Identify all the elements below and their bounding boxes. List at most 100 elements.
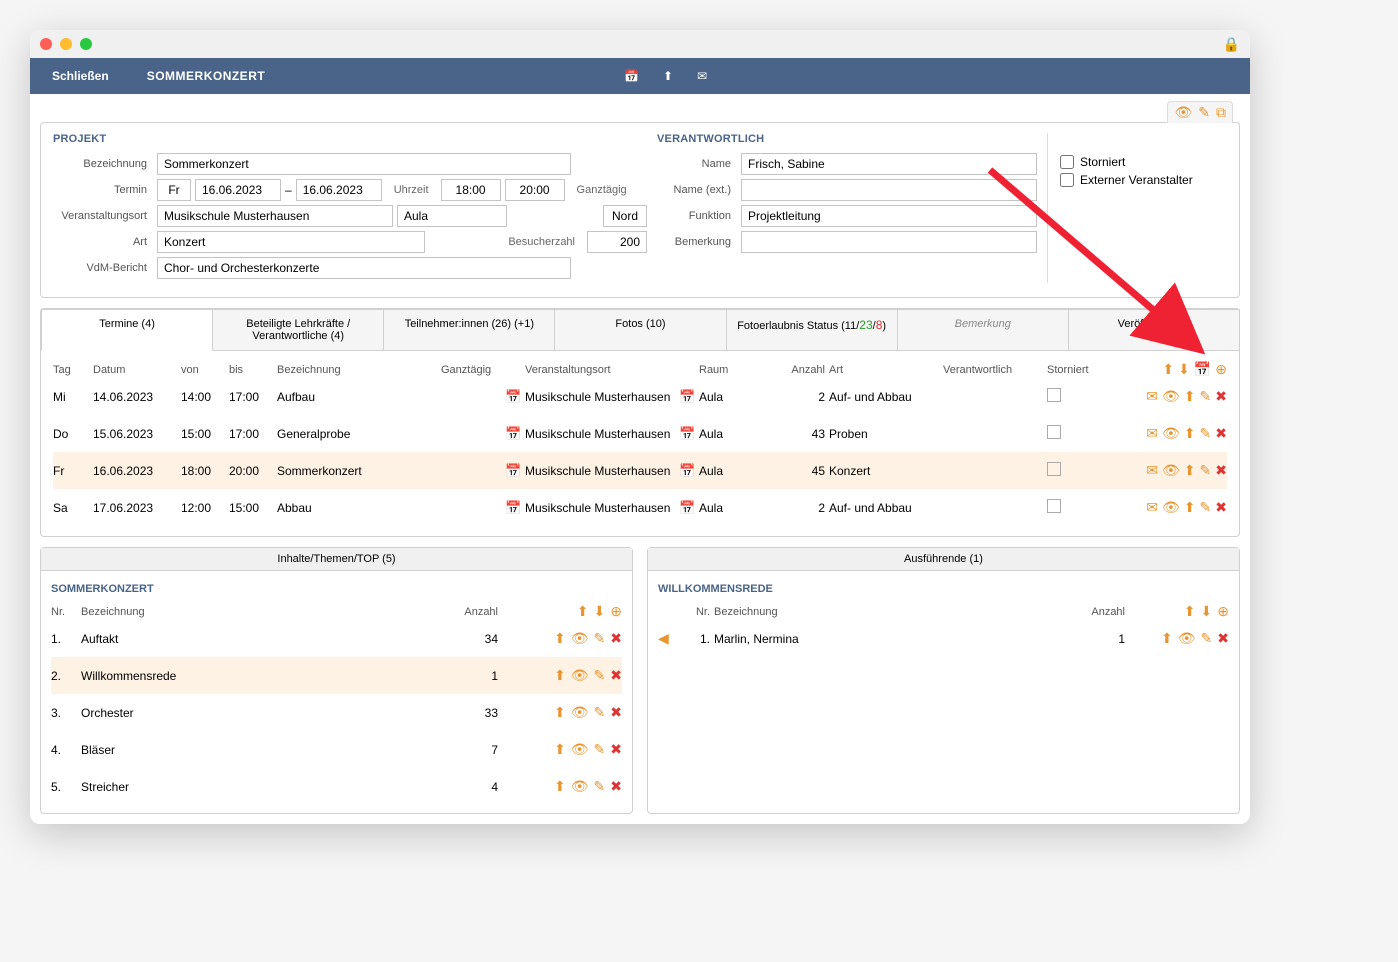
mail-icon[interactable]: ✉ (1146, 388, 1158, 405)
vdm-input[interactable] (157, 257, 571, 279)
storniert-checkbox[interactable] (1047, 499, 1061, 513)
page-title: SOMMERKONZERT (131, 69, 282, 83)
delete-icon[interactable]: ✖ (1215, 388, 1227, 405)
upload-icon[interactable]: ⬆ (554, 778, 566, 795)
calendar-icon[interactable]: 📅 (624, 69, 639, 83)
storniert-checkbox[interactable] (1047, 462, 1061, 476)
termine-row[interactable]: Do15.06.202315:0017:00Generalprobe📅Musik… (53, 415, 1227, 452)
delete-icon[interactable]: ✖ (610, 778, 622, 795)
delete-icon[interactable]: ✖ (1215, 462, 1227, 479)
view-icon[interactable]: 👁 (1162, 462, 1180, 479)
besucher-input[interactable] (587, 231, 647, 253)
inhalte-add-icon[interactable]: ⊕ (610, 603, 622, 620)
inhalte-row[interactable]: 4.Bläser7 ⬆ 👁 ✎ ✖ (51, 731, 622, 768)
nav-left-icon[interactable]: ◀ (658, 630, 680, 647)
date-to-input[interactable] (296, 179, 382, 201)
termine-row[interactable]: Mi14.06.202314:0017:00Aufbau📅Musikschule… (53, 378, 1227, 415)
view-icon[interactable]: 👁 (571, 667, 589, 684)
edit-icon[interactable]: ✎ (1200, 499, 1212, 516)
delete-icon[interactable]: ✖ (610, 741, 622, 758)
tab-0[interactable]: Termine (4) (41, 309, 213, 351)
day-input[interactable] (157, 179, 191, 201)
mail-icon[interactable]: ✉ (697, 69, 707, 83)
window-min-dot[interactable] (60, 38, 72, 50)
calendar-icon: 📅 (505, 500, 521, 516)
inhalte-row[interactable]: 3.Orchester33 ⬆ 👁 ✎ ✖ (51, 694, 622, 731)
edit-icon[interactable]: ✎ (1200, 462, 1212, 479)
upload-icon[interactable]: ⬆ (1161, 630, 1173, 647)
view-icon[interactable]: 👁 (1178, 630, 1196, 647)
tab-2[interactable]: Teilnehmer:innen (26) (+1) (383, 309, 555, 350)
ort-input[interactable] (157, 205, 393, 227)
inhalte-download-icon[interactable]: ⬇ (594, 603, 606, 620)
edit-icon[interactable]: ✎ (1200, 388, 1212, 405)
calendar-icon: 📅 (505, 389, 521, 405)
tab-4[interactable]: Fotoerlaubnis Status (11/23/8) (726, 309, 898, 350)
ausf-add-icon[interactable]: ⊕ (1217, 603, 1229, 620)
delete-icon[interactable]: ✖ (610, 630, 622, 647)
copy-icon[interactable]: ⧉ (1216, 104, 1226, 121)
inhalte-upload-icon[interactable]: ⬆ (577, 603, 589, 620)
edit-icon[interactable]: ✎ (594, 667, 606, 684)
tab-1[interactable]: Beteiligte Lehrkräfte / Verantwortliche … (212, 309, 384, 350)
upload-icon[interactable]: ⬆ (554, 704, 566, 721)
time-from-input[interactable] (441, 179, 501, 201)
view-icon[interactable]: 👁 (571, 741, 589, 758)
bezeichnung-input[interactable] (157, 153, 571, 175)
upload-icon[interactable]: ⬆ (554, 667, 566, 684)
ausf-upload-icon[interactable]: ⬆ (1184, 603, 1196, 620)
close-button[interactable]: Schließen (30, 58, 131, 94)
upload-icon[interactable]: ⬆ (1184, 499, 1196, 516)
edit-icon[interactable]: ✎ (594, 778, 606, 795)
delete-icon[interactable]: ✖ (1217, 630, 1229, 647)
view-icon[interactable]: 👁 (571, 778, 589, 795)
upload-icon[interactable]: ⬆ (1184, 425, 1196, 442)
calendar-icon: 📅 (679, 389, 695, 405)
calendar-icon: 📅 (505, 426, 521, 442)
delete-icon[interactable]: ✖ (610, 667, 622, 684)
seite-input[interactable] (603, 205, 647, 227)
lock-icon: 🔒 (1223, 36, 1240, 53)
edit-icon[interactable]: ✎ (594, 741, 606, 758)
delete-icon[interactable]: ✖ (1215, 425, 1227, 442)
view-icon[interactable]: 👁 (1162, 388, 1180, 405)
mail-icon[interactable]: ✉ (1146, 462, 1158, 479)
project-section-label: PROJEKT (53, 133, 647, 145)
view-icon[interactable]: 👁 (1174, 104, 1192, 121)
raum-input[interactable] (397, 205, 507, 227)
termine-row[interactable]: Sa17.06.202312:0015:00Abbau📅Musikschule … (53, 489, 1227, 526)
inhalte-row[interactable]: 2.Willkommensrede1 ⬆ 👁 ✎ ✖ (51, 657, 622, 694)
time-to-input[interactable] (505, 179, 565, 201)
edit-icon[interactable]: ✎ (594, 630, 606, 647)
tab-3[interactable]: Fotos (10) (554, 309, 726, 350)
edit-icon[interactable]: ✎ (1200, 425, 1212, 442)
mail-icon[interactable]: ✉ (1146, 425, 1158, 442)
app-header: Schließen SOMMERKONZERT 📅 ⬆ ✉ (30, 58, 1250, 94)
view-icon[interactable]: 👁 (1162, 499, 1180, 516)
upload-icon[interactable]: ⬆ (554, 741, 566, 758)
art-input[interactable] (157, 231, 425, 253)
window-max-dot[interactable] (80, 38, 92, 50)
ausf-download-icon[interactable]: ⬇ (1201, 603, 1213, 620)
delete-icon[interactable]: ✖ (610, 704, 622, 721)
export-icon[interactable]: ⬆ (663, 69, 673, 83)
ausf-row[interactable]: ◀ 1.Marlin, Nermina1 ⬆ 👁 ✎ ✖ (658, 620, 1229, 657)
inhalte-row[interactable]: 1.Auftakt34 ⬆ 👁 ✎ ✖ (51, 620, 622, 657)
upload-icon[interactable]: ⬆ (1184, 388, 1196, 405)
mail-icon[interactable]: ✉ (1146, 499, 1158, 516)
view-icon[interactable]: 👁 (571, 704, 589, 721)
view-icon[interactable]: 👁 (1162, 425, 1180, 442)
view-icon[interactable]: 👁 (571, 630, 589, 647)
storniert-checkbox[interactable] (1047, 388, 1061, 402)
inhalte-row[interactable]: 5.Streicher4 ⬆ 👁 ✎ ✖ (51, 768, 622, 805)
upload-icon[interactable]: ⬆ (554, 630, 566, 647)
edit-icon[interactable]: ✎ (1201, 630, 1213, 647)
storniert-checkbox[interactable] (1047, 425, 1061, 439)
date-from-input[interactable] (195, 179, 281, 201)
edit-icon[interactable]: ✎ (1198, 104, 1210, 121)
edit-icon[interactable]: ✎ (594, 704, 606, 721)
window-close-dot[interactable] (40, 38, 52, 50)
termine-row[interactable]: Fr16.06.202318:0020:00Sommerkonzert📅Musi… (53, 452, 1227, 489)
upload-icon[interactable]: ⬆ (1184, 462, 1196, 479)
delete-icon[interactable]: ✖ (1215, 499, 1227, 516)
